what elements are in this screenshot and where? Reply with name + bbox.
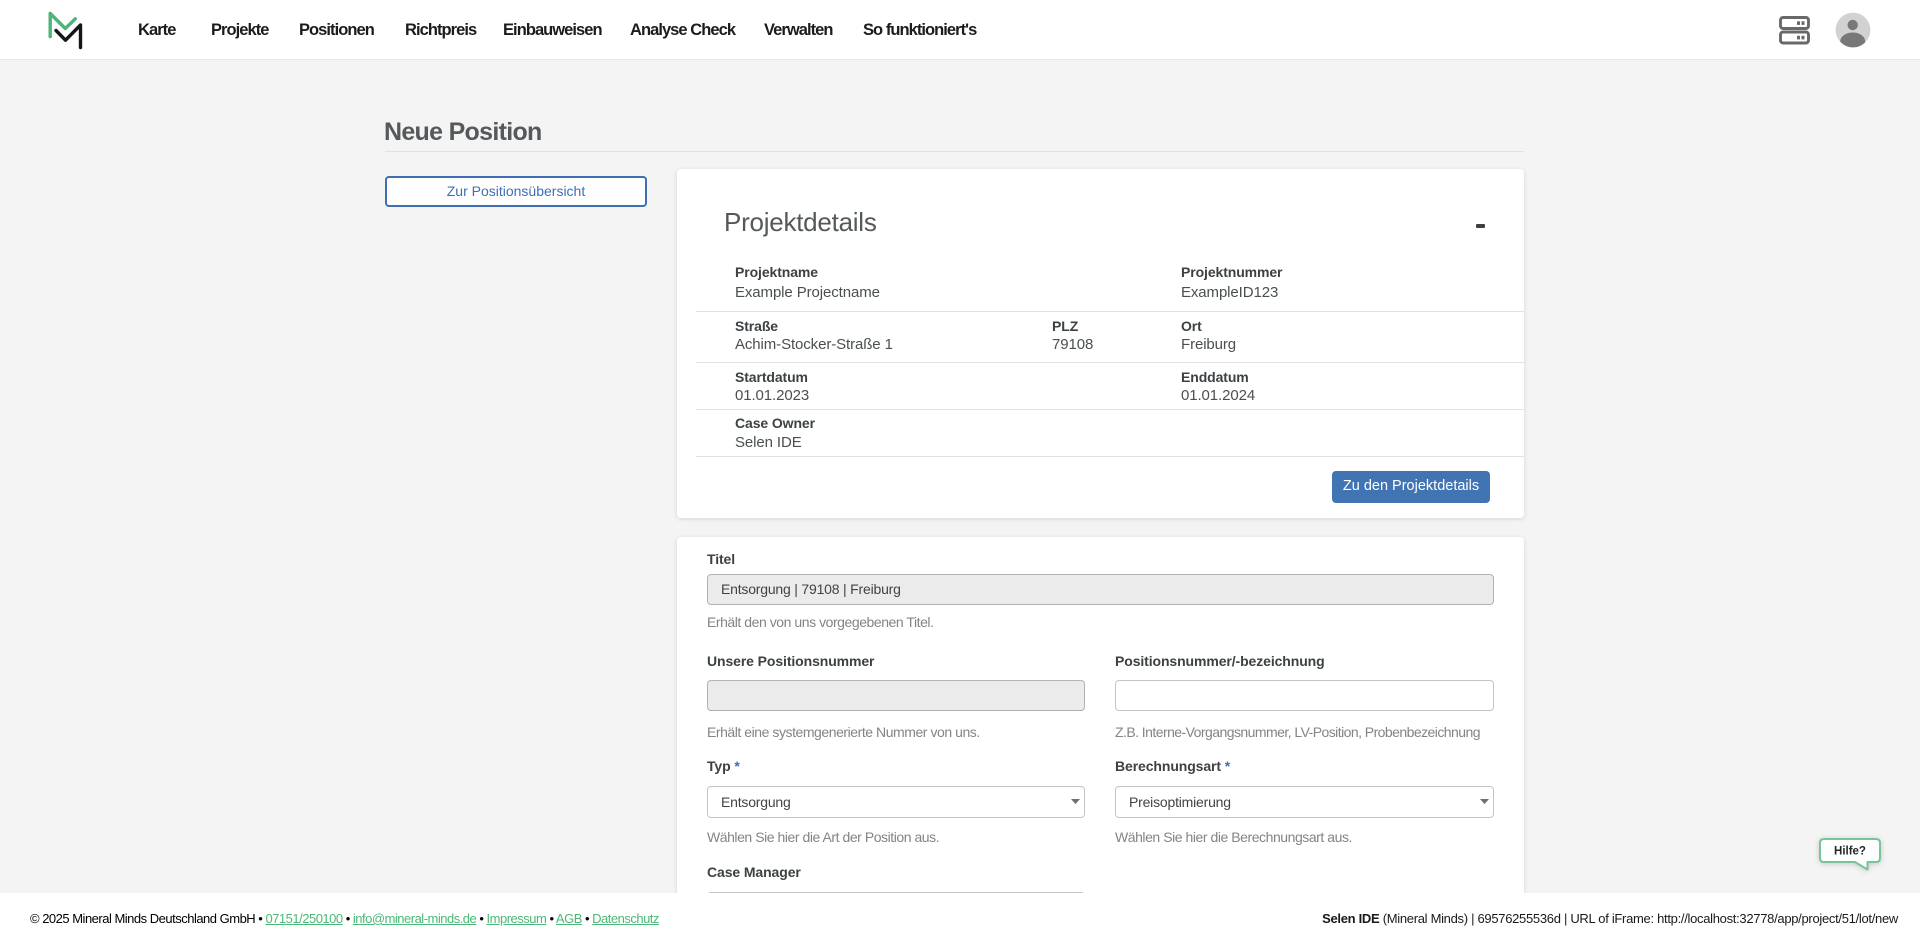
svg-text:Hilfe?: Hilfe? bbox=[1834, 846, 1866, 858]
